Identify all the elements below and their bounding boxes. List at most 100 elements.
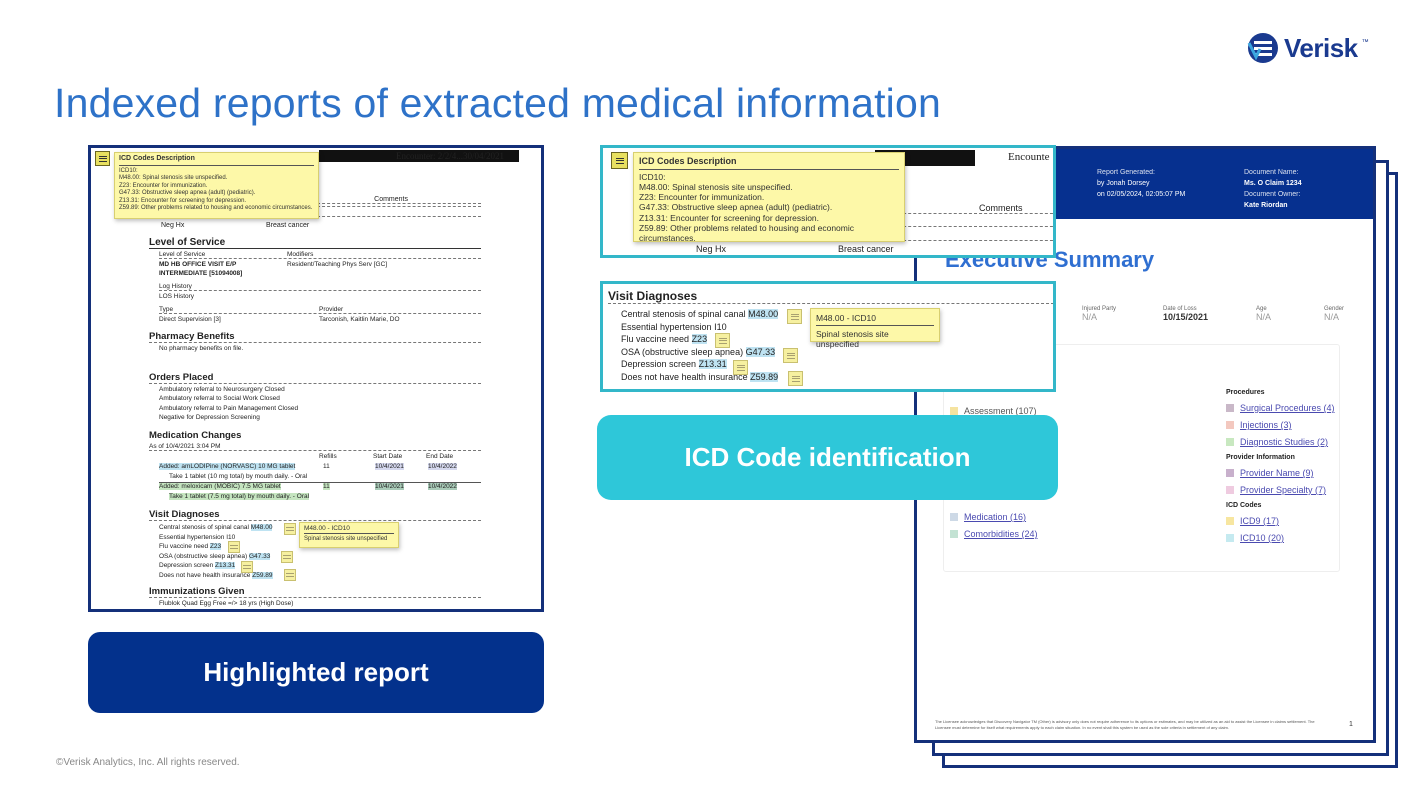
- icd-code[interactable]: Z13.31: [698, 359, 727, 369]
- log-history-link[interactable]: Log History: [159, 283, 481, 291]
- legend-swatch: [950, 513, 958, 521]
- visit-diagnoses-heading: Visit Diagnoses: [149, 509, 481, 521]
- tooltip-line: ICD10:: [119, 167, 138, 174]
- level-of-service-heading: Level of Service: [149, 237, 481, 249]
- legend-provider-name[interactable]: Provider Name (9): [1226, 468, 1335, 478]
- family-condition: Breast cancer: [266, 222, 310, 229]
- medications-heading: Medication Changes: [149, 430, 242, 441]
- icd-code: I10: [226, 533, 236, 541]
- document-owner: Kate Riordan: [1244, 202, 1288, 209]
- los-col-row: Level of Service Modifiers: [159, 251, 481, 259]
- page-number: 1: [1349, 721, 1353, 728]
- start-date-header: Start Date: [373, 453, 403, 460]
- note-icon[interactable]: [284, 569, 296, 581]
- diagnosis-item: Flu vaccine need Z23: [159, 543, 222, 550]
- icd-code[interactable]: Z23: [691, 334, 708, 344]
- medication-start: 10/4/2021: [375, 483, 404, 490]
- generated-by: by Jonah Dorsey: [1097, 180, 1150, 187]
- highlighted-report-label: Highlighted report: [88, 632, 544, 713]
- icd-code: I10: [714, 321, 727, 332]
- legend-icd9[interactable]: ICD9 (17): [1226, 516, 1335, 526]
- note-icon[interactable]: [788, 371, 803, 386]
- legend-swatch: [950, 407, 958, 415]
- icd-code[interactable]: Z59.89: [750, 371, 779, 382]
- notes-icon[interactable]: [95, 151, 110, 166]
- divider: [893, 240, 1053, 241]
- diagnosis-item: Depression screen Z13.31: [159, 562, 236, 569]
- medication-refills: 11: [323, 483, 330, 490]
- note-icon[interactable]: [281, 551, 293, 563]
- order-item: Ambulatory referral to Social Work Close…: [159, 395, 280, 403]
- icd-code[interactable]: M48.00: [748, 309, 779, 319]
- generated-on: on 02/05/2024, 02:05:07 PM: [1097, 191, 1186, 198]
- order-item: Negative for Depression Screening: [159, 413, 260, 421]
- diagnosis-item: Central stenosis of spinal canal M48.00: [621, 309, 779, 319]
- tooltip-title: ICD Codes Description: [119, 155, 314, 166]
- medication-start: 10/4/2021: [375, 463, 404, 470]
- diagnosis-item: Essential hypertension I10: [159, 533, 236, 541]
- tooltip-line: Z59.89: Other problems related to housin…: [119, 205, 313, 212]
- tooltip-line: Z59.89: Other problems related to housin…: [639, 222, 854, 243]
- note-icon[interactable]: [787, 309, 802, 324]
- icd-code[interactable]: Z59.89: [252, 571, 273, 579]
- comments-header: Comments: [893, 203, 1053, 214]
- note-icon[interactable]: [228, 541, 240, 553]
- type-label: Type: [159, 306, 174, 313]
- icd-tooltip-zoom-panel: Encounte Comments Neg Hx Breast cancer I…: [600, 145, 1056, 258]
- encounter-header: Encounter: 2/2/4...30/04/2021: [396, 151, 504, 161]
- legend-comorbidities[interactable]: Comorbidities (24): [950, 529, 1038, 539]
- medication-sig: Take 1 tablet (10 mg total) by mouth dai…: [169, 473, 308, 480]
- left-legend-lower: Medication (16) Comorbidities (24): [950, 512, 1038, 546]
- diagnoses-list: Central stenosis of spinal canal M48.00 …: [621, 308, 779, 383]
- tooltip-title: M48.00 - ICD10: [816, 313, 934, 326]
- los-value-code: INTERMEDIATE [51094008]: [159, 270, 243, 277]
- los-col2: Modifiers: [287, 251, 314, 258]
- medications-as-of: As of 10/4/2021 3:04 PM: [149, 443, 481, 451]
- medication-name: Added: meloxicam (MOBIC) 7.5 MG tablet: [159, 483, 281, 490]
- los-history-link[interactable]: LOS History: [159, 293, 194, 300]
- legend-injections[interactable]: Injections (3): [1226, 420, 1335, 430]
- diagnosis-tooltip: M48.00 - ICD10 Spinal stenosis site unsp…: [299, 522, 399, 548]
- diagnosis-item: OSA (obstructive sleep apnea) G47.33: [159, 552, 271, 560]
- notes-icon[interactable]: [611, 152, 628, 169]
- immunization-item: Flublok Quad Egg Free =/> 18 yrs (High D…: [159, 600, 294, 607]
- orders-list: Ambulatory referral to Neurosurgery Clos…: [159, 385, 298, 422]
- tooltip-line: Z23: Encounter for immunization.: [119, 182, 208, 189]
- diagnosis-item: Central stenosis of spinal canal M48.00: [159, 524, 273, 531]
- icd-code[interactable]: M48.00: [250, 524, 273, 531]
- tooltip-line: Z23: Encounter for immunization.: [639, 192, 765, 203]
- icd-code[interactable]: G47.33: [745, 346, 776, 357]
- order-item: Ambulatory referral to Neurosurgery Clos…: [159, 386, 285, 393]
- summary-field: Injured Party N/A: [1082, 306, 1117, 322]
- disclaimer: The Licensee acknowledges that Discovery…: [935, 719, 1315, 730]
- legend-swatch: [950, 530, 958, 538]
- legend-provider-specialty[interactable]: Provider Specialty (7): [1226, 485, 1335, 495]
- icd-code-identification-label: ICD Code identification: [597, 415, 1058, 500]
- note-icon[interactable]: [783, 348, 798, 363]
- visit-diagnoses-heading: Visit Diagnoses: [608, 289, 1053, 304]
- diagnosis-item: Essential hypertension I10: [621, 321, 727, 332]
- legend-medication[interactable]: Medication (16): [950, 512, 1038, 522]
- legend-diagnostic-studies[interactable]: Diagnostic Studies (2): [1226, 437, 1335, 447]
- diagnosis-item: Flu vaccine need Z23: [621, 334, 708, 344]
- note-icon[interactable]: [241, 561, 253, 573]
- icd-codes-tooltip: ICD Codes Description ICD10: M48.00: Spi…: [114, 152, 319, 219]
- pharmacy-text: No pharmacy benefits on file.: [159, 345, 244, 352]
- icd-code[interactable]: Z23: [209, 543, 222, 550]
- note-icon[interactable]: [715, 333, 730, 348]
- note-icon[interactable]: [733, 360, 748, 375]
- type-value: Direct Supervision [3]: [159, 316, 221, 323]
- icd-code[interactable]: G47.33: [248, 552, 271, 560]
- report-generated-label: Report Generated:: [1097, 169, 1155, 176]
- diagnosis-item: OSA (obstructive sleep apnea) G47.33: [621, 346, 776, 357]
- icd-code[interactable]: Z13.31: [215, 562, 236, 569]
- los-modifier: Resident/Teaching Phys Serv [GC]: [287, 261, 388, 268]
- visit-diagnoses-zoom-panel: Visit Diagnoses Central stenosis of spin…: [600, 281, 1056, 392]
- icd-codes-tooltip: ICD Codes Description ICD10: M48.00: Spi…: [633, 152, 905, 243]
- copyright: ©Verisk Analytics, Inc. All rights reser…: [56, 757, 240, 768]
- tooltip-title: ICD Codes Description: [639, 156, 899, 170]
- tooltip-line: Z13.31: Encounter for screening for depr…: [639, 212, 820, 223]
- legend-surgical-procedures[interactable]: Surgical Procedures (4): [1226, 403, 1335, 413]
- legend-icd10[interactable]: ICD10 (20): [1226, 533, 1335, 543]
- note-icon[interactable]: [284, 523, 296, 535]
